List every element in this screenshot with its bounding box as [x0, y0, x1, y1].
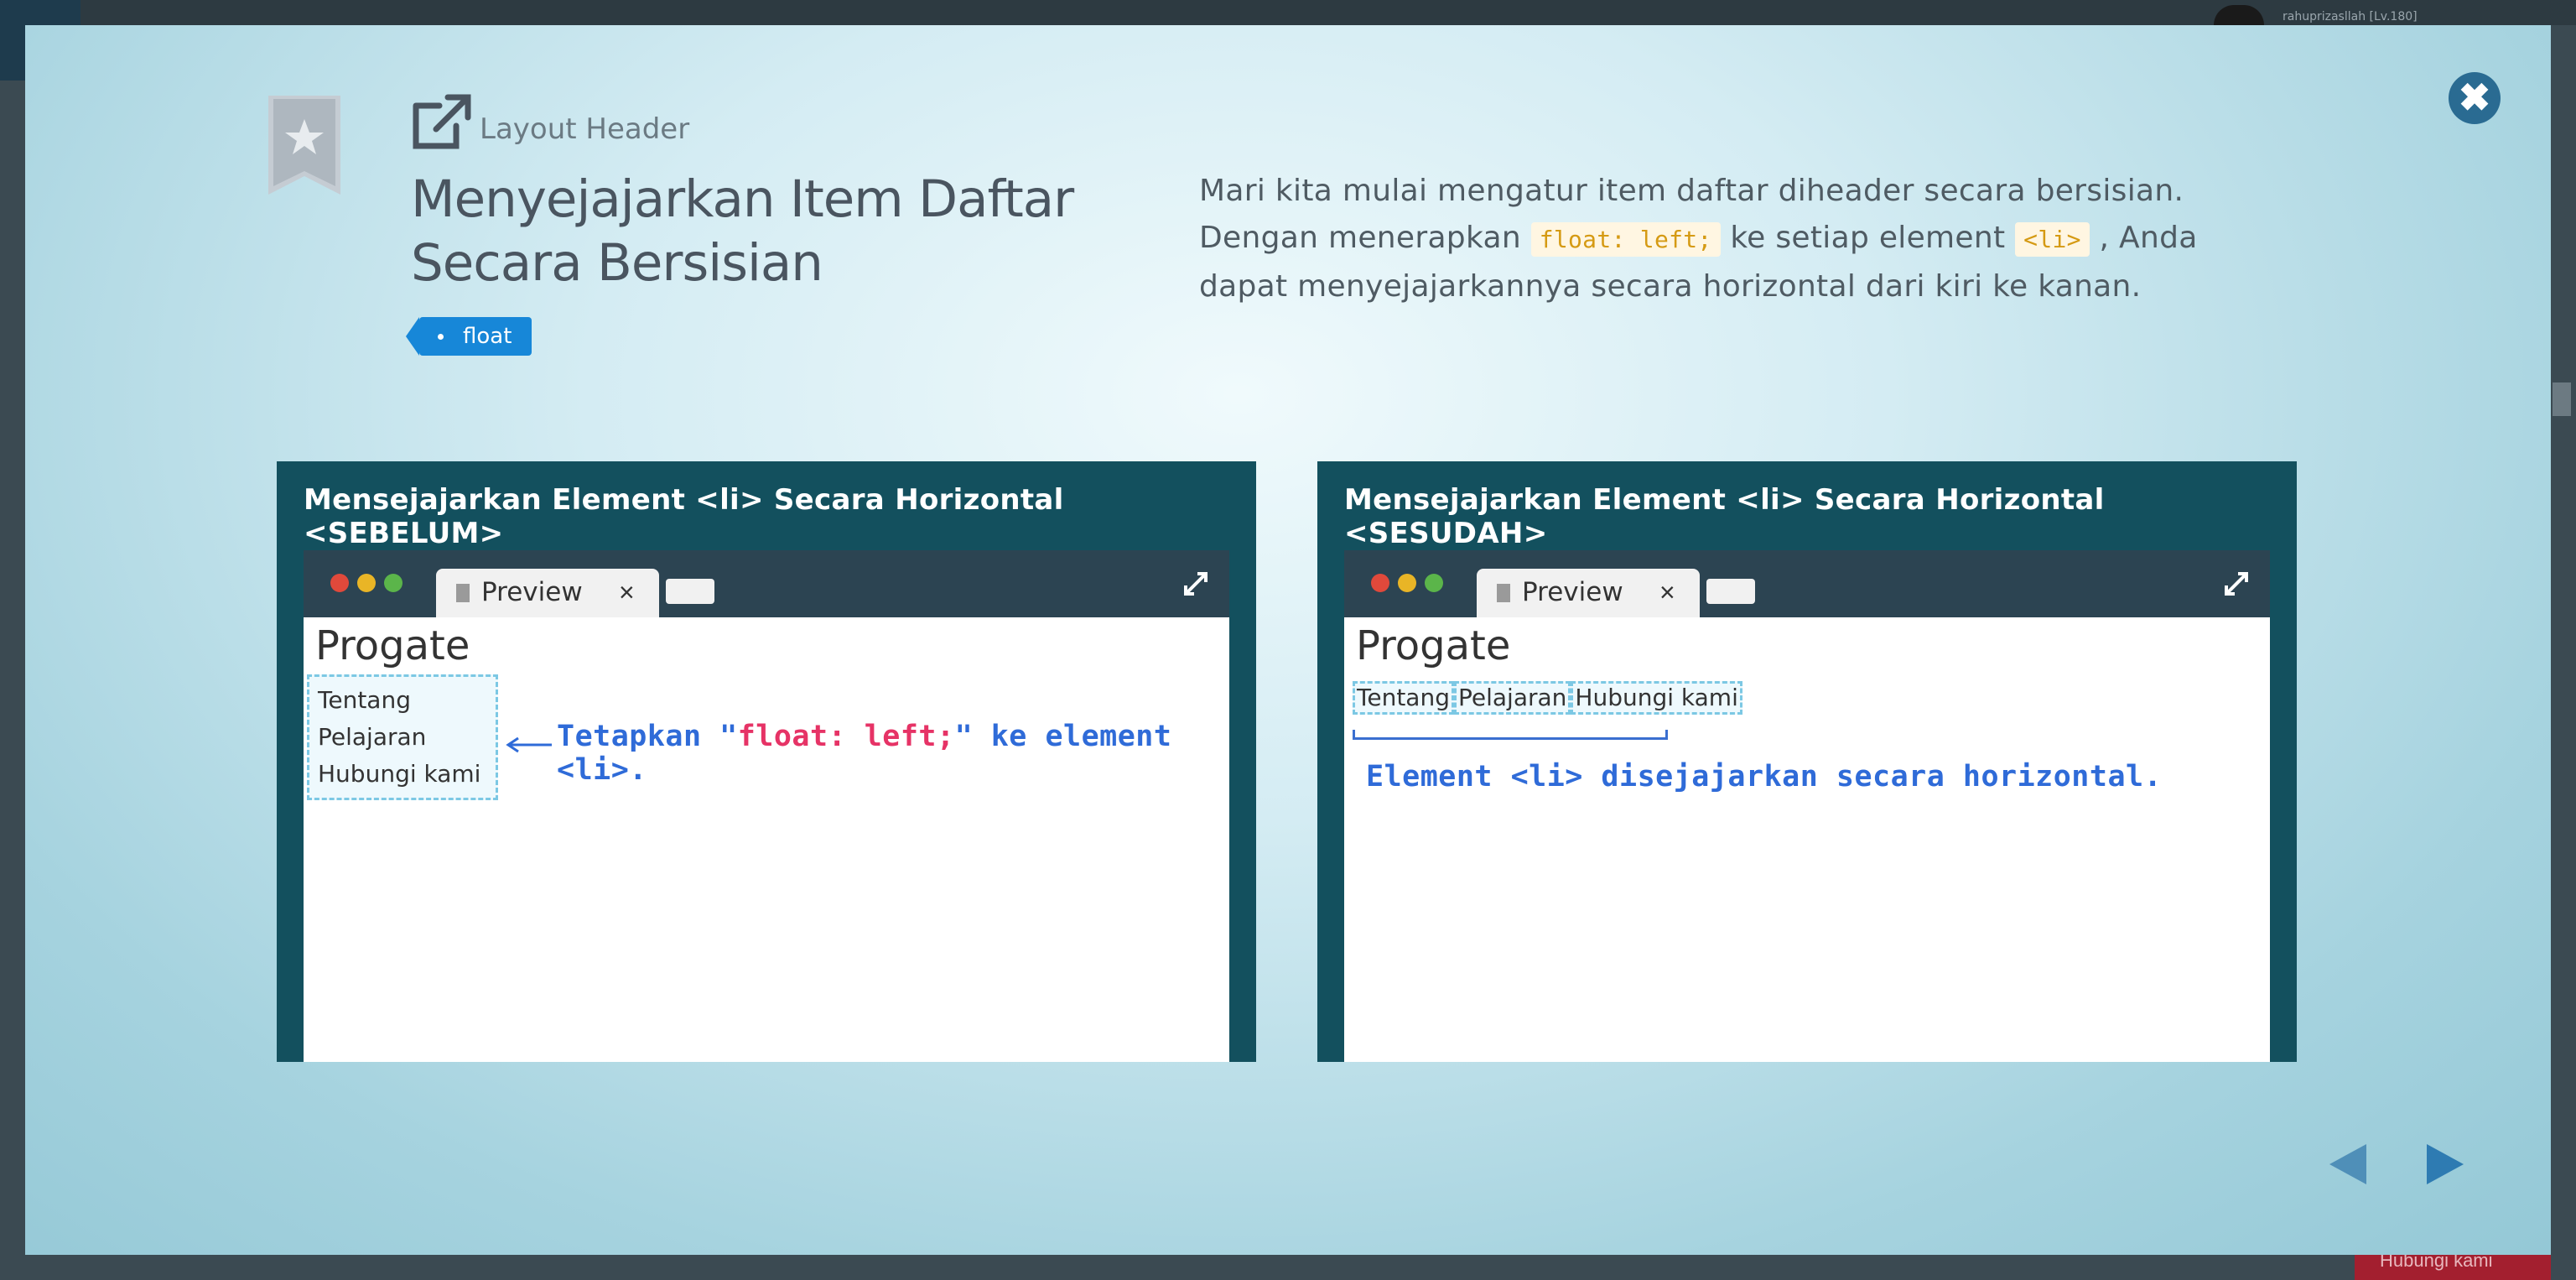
panel-title: Mensejajarkan Element <li> Secara Horizo…	[1344, 483, 2105, 550]
window-close-dot	[1371, 574, 1389, 592]
list-item: Tentang	[318, 686, 411, 714]
browser-toolbar: Preview ×	[1344, 550, 2270, 617]
slide-description: Mari kita mulai mengatur item daftar dih…	[1199, 168, 2256, 310]
bookmark-icon[interactable]	[268, 96, 340, 195]
site-title: Progate	[1356, 622, 1511, 669]
new-tab	[1706, 579, 1755, 604]
example-panel-before: Mensejajarkan Element <li> Secara Horizo…	[277, 461, 1256, 1062]
description-text: ke setiap element	[1720, 221, 2016, 255]
external-link-icon	[413, 94, 471, 149]
code-snippet: <li>	[2015, 222, 2090, 257]
annotation-highlight: float: left;	[737, 720, 955, 753]
section-label: Layout Header	[480, 112, 690, 146]
tab-label: Preview	[481, 577, 583, 607]
list-item: Hubungi kami	[318, 760, 481, 788]
document-icon	[456, 584, 470, 602]
browser-tab: Preview ×	[1477, 569, 1700, 617]
slide-modal: ✖ Layout Header Menyejajarkan Item Dafta…	[25, 25, 2551, 1255]
user-name: rahuprizasllah [Lv.180]	[2283, 10, 2418, 23]
browser-tab: Preview ×	[436, 569, 659, 617]
window-minimize-dot	[1398, 574, 1416, 592]
list-item: Tentang	[1353, 681, 1454, 715]
document-icon	[1497, 584, 1510, 602]
window-minimize-dot	[357, 574, 376, 592]
expand-icon	[2225, 572, 2248, 596]
code-snippet: float: left;	[1530, 222, 1721, 257]
expand-icon	[1184, 572, 1208, 596]
page-title: Menyejajarkan Item Daftar Secara Bersisi…	[411, 169, 1074, 293]
list-item: Pelajaran	[318, 723, 427, 751]
browser-toolbar: Preview ×	[304, 550, 1229, 617]
annotation-note: Tetapkan "float: left;" ke element <li>.	[557, 720, 1229, 787]
tab-close-icon: ×	[1659, 577, 1675, 607]
scrollbar-thumb[interactable]	[2553, 382, 2571, 416]
window-close-dot	[330, 574, 349, 592]
window-maximize-dot	[384, 574, 402, 592]
bracket-line	[1353, 730, 1668, 740]
list-item: Hubungi kami	[1571, 681, 1742, 715]
browser-preview: Preview × Progate Tentang Pelajaran Hubu…	[304, 550, 1229, 1062]
example-panel-after: Mensejajarkan Element <li> Secara Horizo…	[1317, 461, 2297, 1062]
triangle-left-icon[interactable]	[2326, 1141, 2368, 1188]
list-item: Pelajaran	[1453, 681, 1571, 715]
tab-close-icon: ×	[619, 577, 635, 607]
window-maximize-dot	[1425, 574, 1443, 592]
background-topbar	[0, 0, 2576, 25]
new-tab	[666, 579, 714, 604]
arrow-left-icon	[506, 736, 552, 753]
nav-list-vertical: Tentang Pelajaran Hubungi kami	[307, 674, 498, 800]
nav-list-horizontal: Tentang Pelajaran Hubungi kami	[1353, 681, 1742, 715]
annotation-note: Element <li> disejajarkan secara horizon…	[1366, 760, 2163, 793]
annotation-text: Tetapkan "	[557, 720, 738, 753]
panel-title: Mensejajarkan Element <li> Secara Horizo…	[304, 483, 1064, 550]
site-title: Progate	[315, 622, 470, 669]
tag-badge[interactable]: float	[405, 317, 532, 356]
triangle-right-icon[interactable]	[2425, 1141, 2467, 1188]
browser-preview: Preview × Progate Tentang Pelajaran Hubu…	[1344, 550, 2270, 1062]
close-icon[interactable]: ✖	[2449, 72, 2501, 124]
tab-label: Preview	[1522, 577, 1623, 607]
